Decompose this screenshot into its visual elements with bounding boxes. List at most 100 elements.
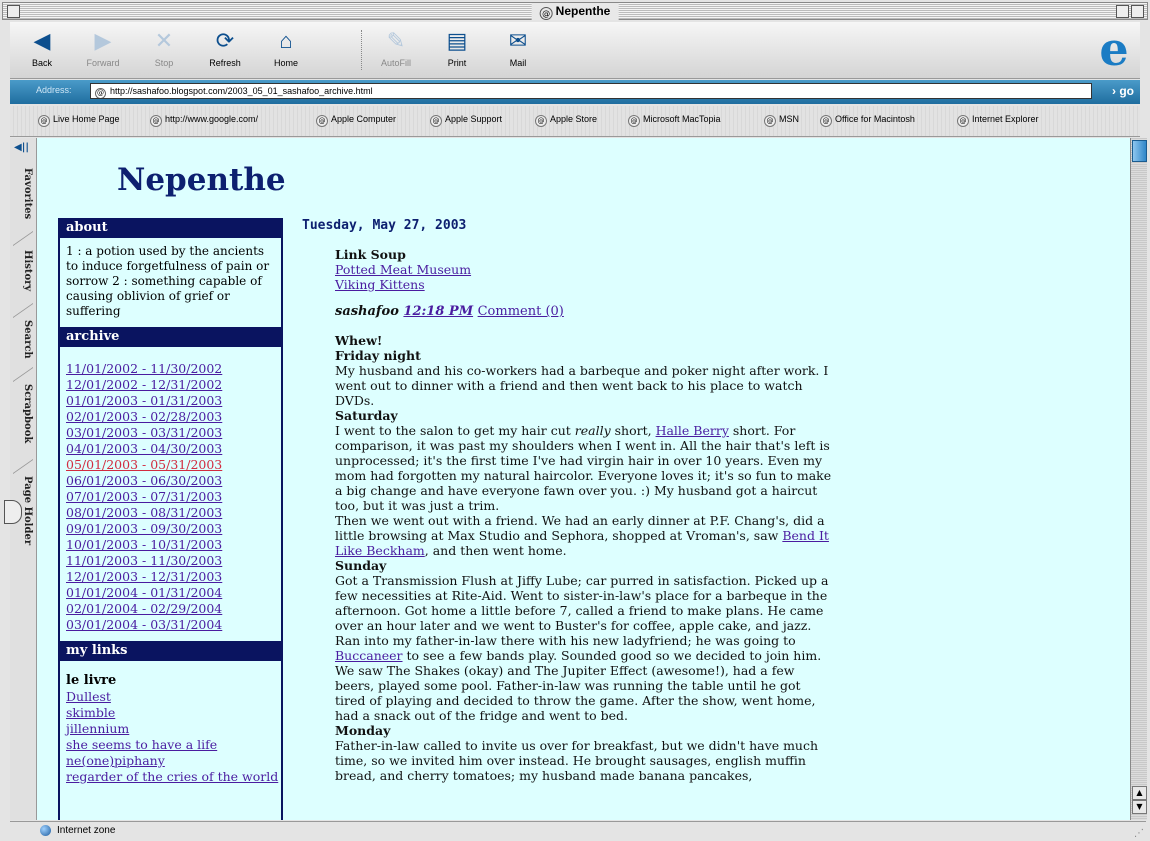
fav-internet-explorer[interactable]: @ Internet Explorer bbox=[957, 114, 1039, 127]
tab-scrapbook[interactable]: Scrapbook bbox=[13, 384, 33, 443]
at-icon: @ bbox=[316, 115, 328, 127]
autofill-button[interactable]: ✎ AutoFill bbox=[366, 26, 426, 68]
archive-link[interactable]: 11/01/2002 - 11/30/2002 bbox=[66, 361, 275, 377]
at-icon: @ bbox=[535, 115, 547, 127]
at-icon: @ bbox=[628, 115, 640, 127]
post-paragraph: I went to the salon to get my hair cut r… bbox=[335, 423, 832, 513]
toolbar-separator bbox=[361, 30, 362, 70]
post-permalink[interactable]: 12:18 PM bbox=[403, 304, 473, 319]
post-paragraph: My husband and his co-workers had a barb… bbox=[335, 363, 829, 408]
collapse-box[interactable] bbox=[1131, 5, 1144, 18]
close-box[interactable] bbox=[7, 5, 20, 18]
browser-window: @ Nepenthe ◀ Back ▶ Forward ✕ Stop ⟳ Refresh … bbox=[0, 0, 1150, 841]
favorites-bar: @ Live Home Page @ http://www.google.com/ … bbox=[10, 106, 1140, 137]
scroll-down-arrow-icon[interactable]: ▼ bbox=[1132, 800, 1147, 814]
post-date: Tuesday, May 27, 2003 bbox=[302, 218, 467, 233]
post-paragraph: Then we went out with a friend. We had a… bbox=[335, 513, 829, 558]
globe-icon bbox=[40, 825, 51, 836]
archive-link[interactable]: 06/01/2003 - 06/30/2003 bbox=[66, 473, 275, 489]
halle-berry-link[interactable]: Halle Berry bbox=[656, 423, 729, 438]
left-column: about 1 : a potion used by the ancients … bbox=[58, 218, 283, 820]
main-column: Tuesday, May 27, 2003 Link Soup Potted M… bbox=[302, 218, 832, 783]
home-icon: ⌂ bbox=[279, 28, 293, 53]
archive-link[interactable]: 12/01/2003 - 12/31/2003 bbox=[66, 569, 275, 585]
blogroll-link[interactable]: she seems to have a life bbox=[66, 737, 275, 753]
fav-live-home-page[interactable]: @ Live Home Page bbox=[38, 114, 120, 127]
comment-link[interactable]: Comment (0) bbox=[478, 304, 564, 319]
vertical-scrollbar[interactable]: ▲ ▼ bbox=[1130, 138, 1147, 820]
archive-link[interactable]: 03/01/2003 - 03/31/2003 bbox=[66, 425, 275, 441]
stop-button[interactable]: ✕ Stop bbox=[134, 26, 194, 68]
forward-button[interactable]: ▶ Forward bbox=[73, 26, 133, 68]
page-content: Nepenthe about 1 : a potion used by the … bbox=[37, 138, 1130, 820]
post-title: Whew! bbox=[335, 333, 383, 348]
blogroll-link[interactable]: regarder of the cries of the world bbox=[66, 769, 278, 785]
archive-link[interactable]: 01/01/2003 - 01/31/2003 bbox=[66, 393, 275, 409]
print-button[interactable]: ▤ Print bbox=[427, 26, 487, 68]
archive-link[interactable]: 03/01/2004 - 03/31/2004 bbox=[66, 617, 275, 633]
scrollbar-thumb[interactable] bbox=[1132, 140, 1147, 162]
explorer-bar-resize-handle[interactable] bbox=[4, 500, 22, 524]
fav-office-for-macintosh[interactable]: @ Office for Macintosh bbox=[820, 114, 915, 127]
archive-link[interactable]: 04/01/2003 - 04/30/2003 bbox=[66, 441, 275, 457]
archive-link[interactable]: 10/01/2003 - 10/31/2003 bbox=[66, 537, 275, 553]
at-icon: @ bbox=[764, 115, 776, 127]
explorer-bar-toggle-icon[interactable]: ◀|| bbox=[14, 142, 29, 153]
post-link[interactable]: Viking Kittens bbox=[335, 277, 832, 292]
tab-favorites[interactable]: Favorites bbox=[13, 168, 33, 219]
go-button[interactable]: › go bbox=[1112, 83, 1134, 99]
archive-link[interactable]: 08/01/2003 - 08/31/2003 bbox=[66, 505, 275, 521]
scroll-up-arrow-icon[interactable]: ▲ bbox=[1132, 786, 1147, 800]
archive-link[interactable]: 07/01/2003 - 07/31/2003 bbox=[66, 489, 275, 505]
fav-msn[interactable]: @ MSN bbox=[764, 114, 799, 127]
print-icon: ▤ bbox=[446, 28, 468, 53]
archive-link[interactable]: 09/01/2003 - 09/30/2003 bbox=[66, 521, 275, 537]
blogroll-link[interactable]: jillennium bbox=[66, 721, 275, 737]
tab-history[interactable]: History bbox=[13, 250, 33, 291]
title-bar[interactable]: @ Nepenthe bbox=[2, 2, 1148, 20]
fav-apple-support[interactable]: @ Apple Support bbox=[430, 114, 502, 127]
blogroll-link[interactable]: Dullest bbox=[66, 689, 275, 705]
blogroll-link[interactable]: skimble bbox=[66, 705, 275, 721]
home-button[interactable]: ⌂ Home bbox=[256, 26, 316, 68]
fav-apple-store[interactable]: @ Apple Store bbox=[535, 114, 597, 127]
archive-link[interactable]: 01/01/2004 - 01/31/2004 bbox=[66, 585, 275, 601]
about-heading: about bbox=[60, 218, 281, 238]
buccaneer-link[interactable]: Buccaneer bbox=[335, 648, 403, 663]
address-field[interactable]: @ http://sashafoo.blogspot.com/2003_05_01… bbox=[90, 83, 1092, 99]
stop-icon: ✕ bbox=[154, 28, 174, 53]
archive-link[interactable]: 02/01/2004 - 02/29/2004 bbox=[66, 601, 275, 617]
fav-microsoft-mactopia[interactable]: @ Microsoft MacTopia bbox=[628, 114, 721, 127]
refresh-button[interactable]: ⟳ Refresh bbox=[195, 26, 255, 68]
page-at-icon: @ bbox=[539, 7, 553, 20]
section-heading: Monday bbox=[335, 723, 391, 738]
archive-link[interactable]: 11/01/2003 - 11/30/2003 bbox=[66, 553, 275, 569]
blog-title: Nepenthe bbox=[117, 162, 286, 198]
blogroll-link[interactable]: ne(one)piphany bbox=[66, 753, 275, 769]
archive-link[interactable]: 02/01/2003 - 02/28/2003 bbox=[66, 409, 275, 425]
post-paragraph: Father-in-law called to invite us over f… bbox=[335, 738, 819, 783]
zoom-box[interactable] bbox=[1116, 5, 1129, 18]
post-link[interactable]: Potted Meat Museum bbox=[335, 262, 832, 277]
archive-link-current[interactable]: 05/01/2003 - 05/31/2003 bbox=[66, 457, 275, 473]
at-icon: @ bbox=[430, 115, 442, 127]
window-title: Nepenthe bbox=[555, 4, 611, 18]
post-link-soup: Link Soup Potted Meat Museum Viking Kitt… bbox=[335, 247, 832, 783]
archive-link[interactable]: 12/01/2002 - 12/31/2002 bbox=[66, 377, 275, 393]
resize-grip-icon[interactable]: ⋰ bbox=[1134, 828, 1144, 839]
archive-list: 11/01/2002 - 11/30/2002 12/01/2002 - 12/… bbox=[60, 347, 281, 641]
section-heading: Sunday bbox=[335, 558, 387, 573]
post-paragraph: Got a Transmission Flush at Jiffy Lube; … bbox=[335, 573, 829, 723]
internet-explorer-logo-icon[interactable]: e bbox=[1092, 24, 1136, 74]
my-links-heading: my links bbox=[60, 641, 281, 661]
section-heading: Saturday bbox=[335, 408, 398, 423]
post-author: sashafoo bbox=[335, 304, 399, 319]
back-button[interactable]: ◀ Back bbox=[12, 26, 72, 68]
address-label: Address: bbox=[36, 85, 72, 95]
at-icon: @ bbox=[957, 115, 969, 127]
post-byline: sashafoo 12:18 PM Comment (0) bbox=[335, 304, 832, 319]
fav-google[interactable]: @ http://www.google.com/ bbox=[150, 114, 258, 127]
fav-apple-computer[interactable]: @ Apple Computer bbox=[316, 114, 396, 127]
tab-search[interactable]: Search bbox=[13, 320, 33, 359]
mail-button[interactable]: ✉ Mail bbox=[488, 26, 548, 68]
